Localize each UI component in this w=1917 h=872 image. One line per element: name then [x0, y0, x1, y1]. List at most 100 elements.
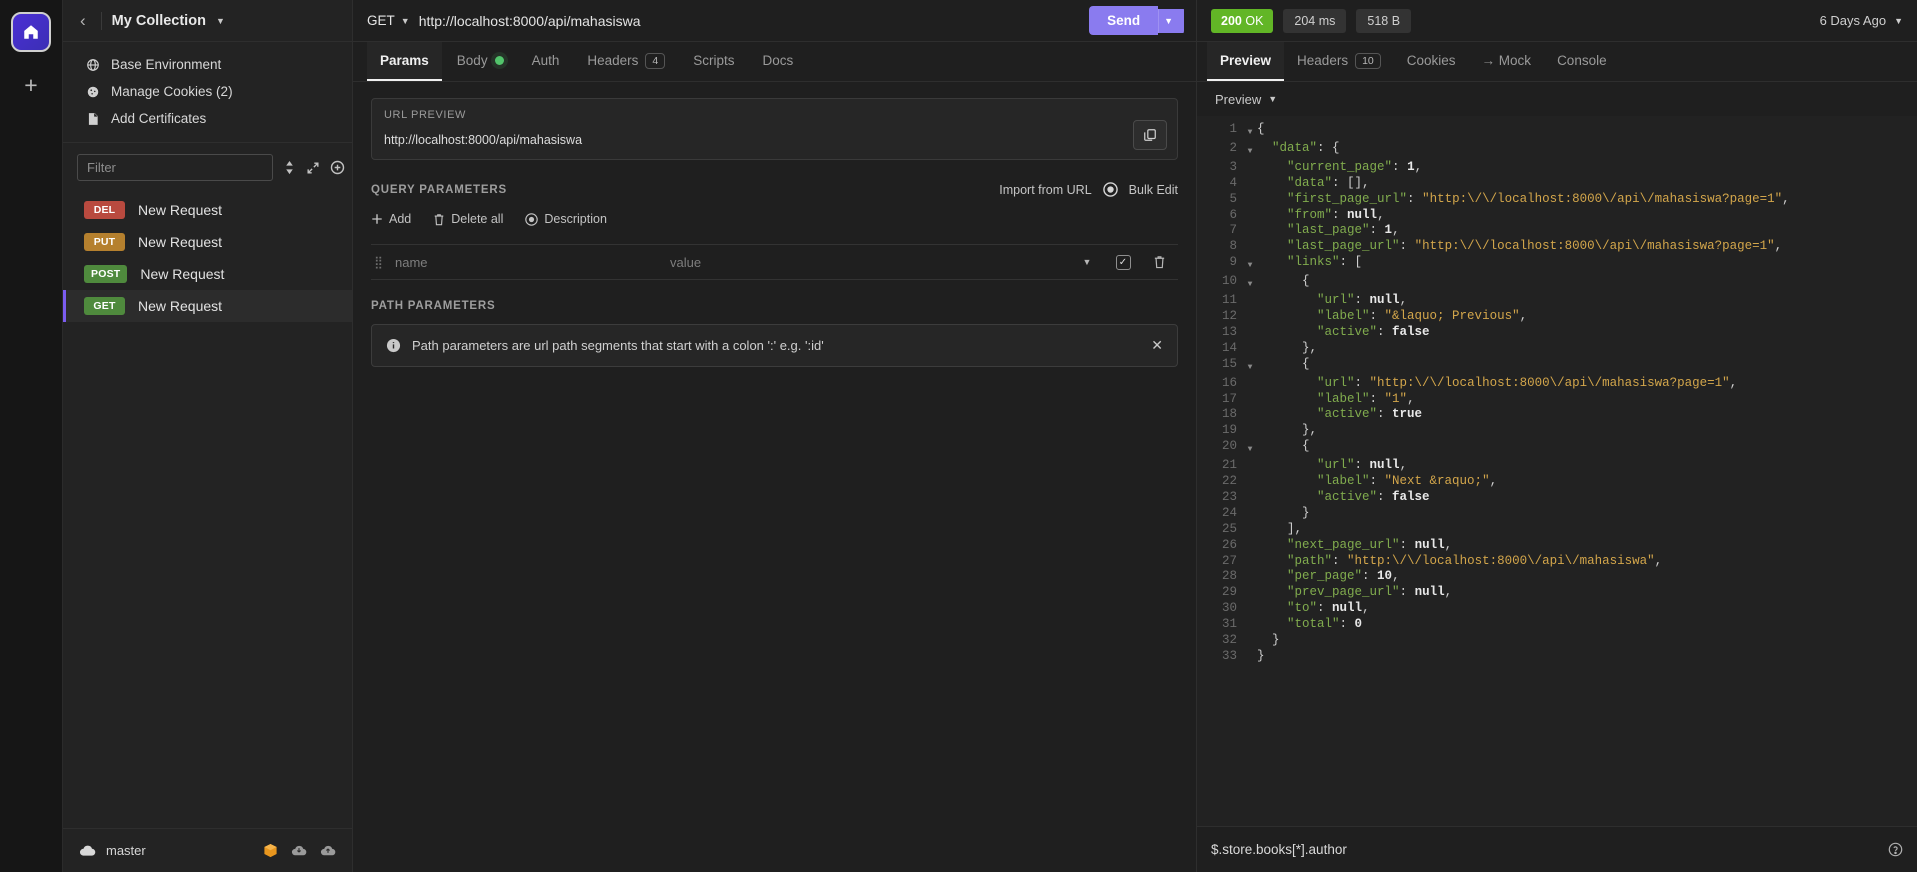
query-parameters-header: QUERY PARAMETERS Import from URL Bulk Ed… [371, 182, 1178, 197]
param-name-input[interactable]: name [395, 255, 660, 270]
response-view-mode-dropdown[interactable]: Preview ▼ [1197, 82, 1917, 116]
add-param-button[interactable]: Add [371, 212, 411, 226]
new-request-icon[interactable] [330, 160, 345, 175]
param-value-input[interactable]: value [670, 255, 1064, 270]
import-from-url-button[interactable]: Import from URL [999, 183, 1091, 197]
tab-headers[interactable]: Headers 4 [574, 42, 678, 81]
json-line: 26 "next_page_url": null, [1197, 538, 1917, 554]
json-line: 24 } [1197, 506, 1917, 522]
tab-auth[interactable]: Auth [519, 42, 573, 81]
line-number: 7 [1229, 223, 1237, 238]
fold-toggle-icon[interactable]: ▼ [1243, 439, 1257, 458]
sort-icon[interactable] [283, 160, 296, 175]
package-icon[interactable] [263, 843, 278, 858]
list-item-selected[interactable]: GET New Request [63, 290, 352, 322]
chevron-down-icon[interactable]: ▼ [401, 16, 410, 26]
fold-toggle-icon[interactable]: ▼ [1243, 122, 1257, 141]
tab-label: Console [1557, 53, 1607, 68]
fold-toggle-icon[interactable]: ▼ [1243, 274, 1257, 293]
json-line-content: "first_page_url": "http:\/\/localhost:80… [1287, 191, 1790, 206]
filter-input[interactable] [77, 154, 273, 181]
chevron-down-icon[interactable]: ▼ [1074, 257, 1100, 267]
json-line-content: "total": 0 [1287, 617, 1363, 632]
tab-console[interactable]: Console [1544, 42, 1620, 81]
list-item[interactable]: POST New Request [63, 258, 352, 290]
json-line: 19 }, [1197, 423, 1917, 439]
send-options-chevron-down-icon[interactable]: ▼ [1158, 8, 1184, 33]
cloud-download-icon[interactable] [291, 844, 307, 857]
method-selector[interactable]: GET [367, 13, 395, 28]
line-number: 26 [1221, 537, 1237, 552]
tab-label: Auth [531, 53, 560, 68]
tab-preview[interactable]: Preview [1207, 42, 1285, 81]
line-number: 2 [1229, 140, 1237, 155]
list-item[interactable]: PUT New Request [63, 226, 352, 258]
response-status-bar: 200 OK 204 ms 518 B 6 Days Ago ▼ [1197, 0, 1917, 42]
send-group: Send ▼ [1089, 6, 1184, 35]
sidebar-item-add-certificates[interactable]: Add Certificates [63, 105, 352, 132]
line-number: 30 [1221, 601, 1237, 616]
toggle-icon[interactable] [1102, 182, 1118, 197]
response-filter-input[interactable]: $.store.books[*].author [1211, 842, 1347, 857]
json-line: 4 "data": [], [1197, 176, 1917, 192]
fold-toggle-icon[interactable]: ▼ [1243, 141, 1257, 160]
chevron-down-icon: ▼ [1268, 94, 1278, 104]
trash-icon [433, 213, 445, 226]
cloud-upload-icon[interactable] [320, 844, 336, 857]
sidebar-links: Base Environment Manage Cookies (2) Add … [63, 42, 352, 143]
sidebar-footer: master [63, 828, 352, 872]
chevron-down-icon[interactable]: ▼ [216, 16, 225, 26]
home-button[interactable] [11, 12, 51, 52]
param-enabled-checkbox[interactable]: ✓ [1110, 254, 1136, 270]
drag-handle-icon[interactable]: ⣿ [371, 255, 385, 269]
line-number: 28 [1221, 569, 1237, 584]
line-number: 25 [1221, 521, 1237, 536]
tab-body[interactable]: Body [444, 42, 517, 81]
sidebar-item-base-environment[interactable]: Base Environment [63, 51, 352, 78]
tab-mock[interactable]: → Mock [1469, 42, 1545, 81]
branch-label[interactable]: master [106, 843, 146, 858]
delete-all-params-button[interactable]: Delete all [433, 212, 503, 226]
help-icon[interactable] [1888, 842, 1903, 857]
line-number: 6 [1229, 207, 1237, 222]
add-workspace-button[interactable]: + [14, 68, 48, 102]
response-history-dropdown[interactable]: 6 Days Ago ▼ [1820, 13, 1903, 28]
chevron-left-icon[interactable]: ‹ [75, 11, 91, 31]
close-icon[interactable]: ✕ [1151, 337, 1163, 354]
tab-params[interactable]: Params [367, 42, 442, 81]
home-icon [22, 23, 40, 41]
tab-scripts[interactable]: Scripts [680, 42, 747, 81]
footer-icons [263, 843, 336, 858]
tab-docs[interactable]: Docs [750, 42, 807, 81]
tab-cookies[interactable]: Cookies [1394, 42, 1469, 81]
json-line-content: "next_page_url": null, [1287, 537, 1453, 552]
send-button[interactable]: Send [1089, 6, 1159, 35]
cookie-icon [85, 85, 100, 99]
json-line-content: "last_page": 1, [1287, 223, 1400, 238]
request-body-area: URL PREVIEW http://localhost:8000/api/ma… [353, 82, 1196, 872]
description-button[interactable]: Description [525, 212, 607, 226]
fold-toggle-icon[interactable]: ▼ [1243, 255, 1257, 274]
fold-toggle-icon[interactable]: ▼ [1243, 357, 1257, 376]
expand-icon[interactable] [306, 161, 320, 175]
tab-label: Cookies [1406, 53, 1456, 68]
json-line-content: "per_page": 10, [1287, 569, 1400, 584]
tab-response-headers[interactable]: Headers 10 [1284, 42, 1394, 81]
url-input[interactable]: http://localhost:8000/api/mahasiswa [419, 13, 1089, 29]
bulk-edit-button[interactable]: Bulk Edit [1129, 183, 1178, 197]
line-number: 9 [1229, 255, 1237, 270]
list-item[interactable]: DEL New Request [63, 194, 352, 226]
response-body-json[interactable]: 1 ▼{2 ▼ "data": {3 "current_page": 1, 4 "da… [1197, 116, 1917, 826]
tab-label: → Mock [1481, 53, 1532, 68]
copy-url-button[interactable] [1133, 120, 1167, 150]
json-line: 25 ], [1197, 522, 1917, 538]
delete-param-button[interactable] [1146, 255, 1172, 269]
sidebar-item-manage-cookies[interactable]: Manage Cookies (2) [63, 78, 352, 105]
header-divider [100, 11, 102, 30]
